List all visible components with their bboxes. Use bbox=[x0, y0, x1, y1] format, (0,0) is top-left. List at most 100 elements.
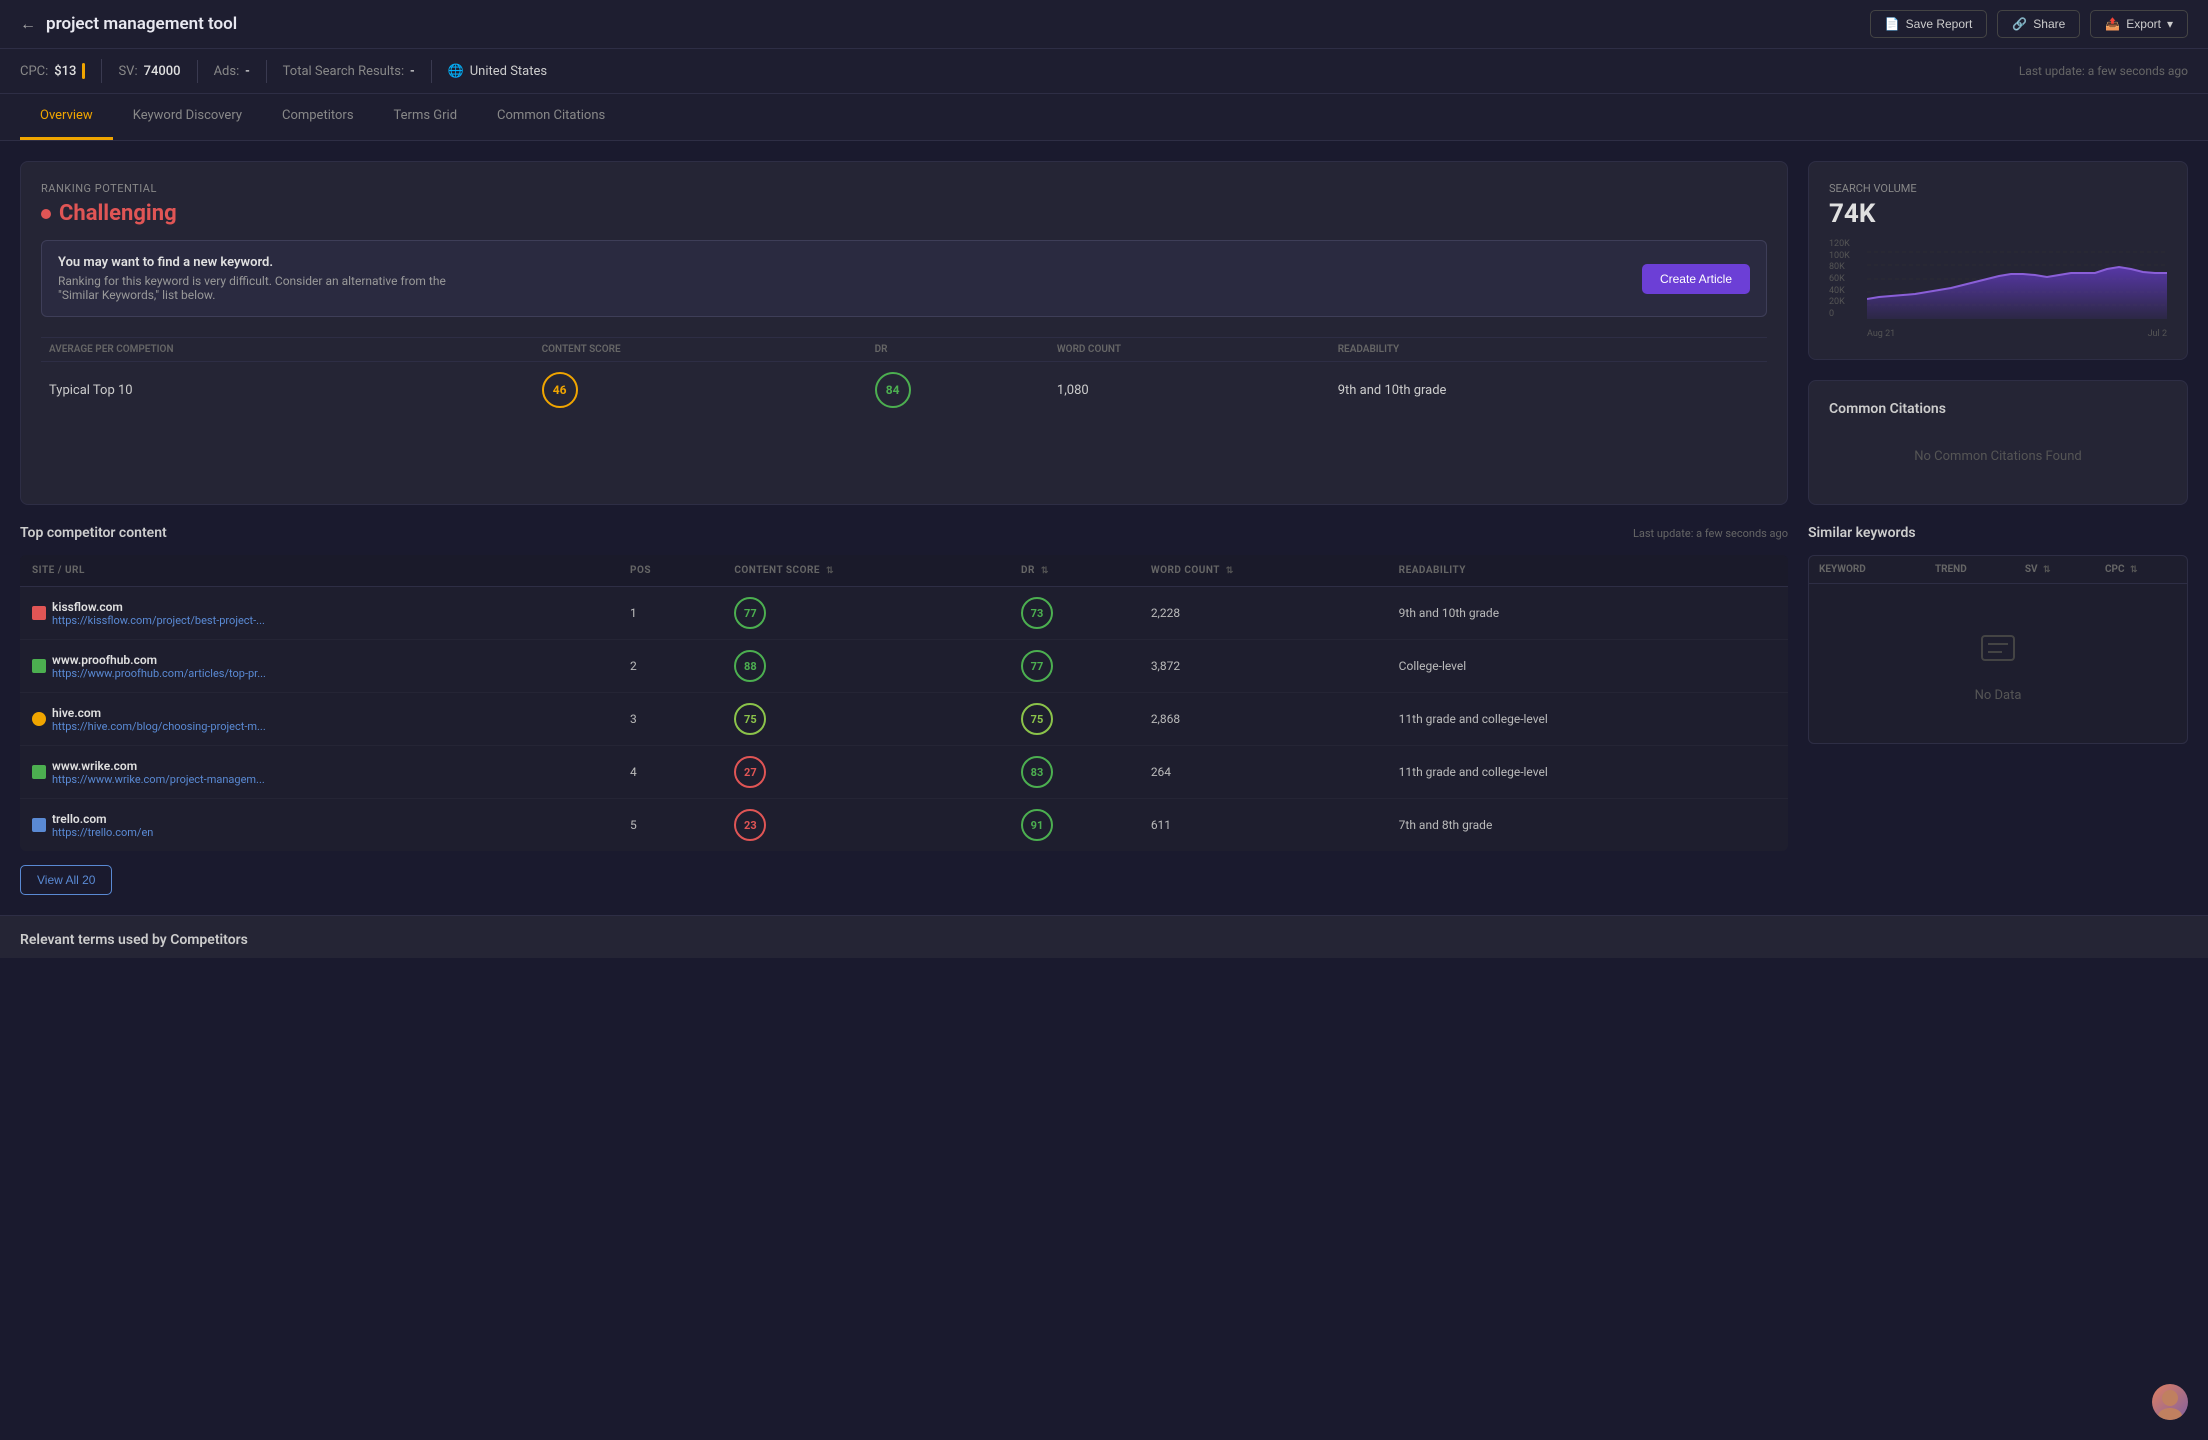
col-readability: READABILITY bbox=[1330, 338, 1767, 362]
sv-label: Search Volume bbox=[1829, 182, 2167, 195]
alert-title: You may want to find a new keyword. bbox=[58, 255, 478, 270]
ranking-label: Ranking Potential bbox=[41, 182, 1767, 195]
tab-terms-grid[interactable]: Terms Grid bbox=[374, 94, 478, 140]
cpc-stat: CPC: $13 bbox=[20, 59, 102, 83]
col-content-score: CONTENT SCORE bbox=[534, 338, 867, 362]
save-icon: 📄 bbox=[1885, 17, 1900, 31]
row-label: Typical Top 10 bbox=[41, 362, 534, 419]
dr-score: 75 bbox=[1021, 703, 1053, 735]
col-avg: AVERAGE PER COMPETION bbox=[41, 338, 534, 362]
cs-score: 75 bbox=[734, 703, 766, 735]
similar-keywords-section: Similar keywords KEYWORD TREND SV ⇅ CPC … bbox=[1808, 525, 2188, 895]
stats-bar: CPC: $13 SV: 74000 Ads: - Total Search R… bbox=[0, 49, 2208, 94]
common-citations-card: Common Citations No Common Citations Fou… bbox=[1808, 380, 2188, 505]
alert-box: You may want to find a new keyword. Rank… bbox=[41, 240, 1767, 317]
page-title: project management tool bbox=[46, 14, 237, 34]
site-cell: kissflow.comhttps://kissflow.com/project… bbox=[20, 587, 618, 640]
common-citations-title: Common Citations bbox=[1829, 401, 2167, 417]
relevant-footer: Relevant terms used by Competitors bbox=[0, 915, 2208, 958]
col-cs: CONTENT SCORE ⇅ bbox=[722, 555, 1009, 587]
col-site: SITE / URL bbox=[20, 555, 618, 587]
share-button[interactable]: 🔗 Share bbox=[1997, 10, 2080, 38]
tab-competitors[interactable]: Competitors bbox=[262, 94, 374, 140]
row-dr: 84 bbox=[867, 362, 1049, 419]
competitor-title: Top competitor content bbox=[20, 525, 167, 541]
row-content-score: 46 bbox=[534, 362, 867, 419]
table-row: www.proofhub.comhttps://www.proofhub.com… bbox=[20, 640, 1788, 693]
kw-col-trend: TREND bbox=[1925, 556, 2015, 584]
row-word-count: 1,080 bbox=[1049, 362, 1330, 419]
ads-stat: Ads: - bbox=[198, 60, 267, 83]
table-row: kissflow.comhttps://kissflow.com/project… bbox=[20, 587, 1788, 640]
cpc-accent-bar bbox=[82, 63, 85, 79]
competitor-table-header: SITE / URL POS CONTENT SCORE ⇅ DR ⇅ WORD… bbox=[20, 555, 1788, 587]
no-data-similar: No Data bbox=[1809, 584, 2187, 743]
dr-score: 91 bbox=[1021, 809, 1053, 841]
view-all-button[interactable]: View All 20 bbox=[20, 865, 112, 895]
row-readability: 9th and 10th grade bbox=[1330, 362, 1767, 419]
kw-col-cpc: CPC ⇅ bbox=[2095, 556, 2187, 584]
chart-y-labels: 120K 100K 80K 60K 40K 20K 0 bbox=[1829, 239, 1865, 319]
chart-area: 120K 100K 80K 60K 40K 20K 0 bbox=[1829, 239, 2167, 339]
col-dr: DR bbox=[867, 338, 1049, 362]
chart-x-labels: Aug 21 Jul 2 bbox=[1867, 329, 2167, 339]
competitor-table: SITE / URL POS CONTENT SCORE ⇅ DR ⇅ WORD… bbox=[20, 555, 1788, 851]
metrics-table: AVERAGE PER COMPETION CONTENT SCORE DR W… bbox=[41, 337, 1767, 418]
last-update-header: Last update: a few seconds ago bbox=[2019, 64, 2188, 78]
dr-score: 73 bbox=[1021, 597, 1053, 629]
bottom-grid: Top competitor content Last update: a fe… bbox=[0, 525, 2208, 915]
similar-kw-header: Similar keywords bbox=[1808, 525, 2188, 541]
share-icon: 🔗 bbox=[2012, 17, 2027, 31]
kw-col-keyword: KEYWORD bbox=[1809, 556, 1925, 584]
create-article-button[interactable]: Create Article bbox=[1642, 264, 1750, 294]
competitor-section-header: Top competitor content Last update: a fe… bbox=[20, 525, 1788, 541]
cs-score: 27 bbox=[734, 756, 766, 788]
export-icon: 📤 bbox=[2105, 17, 2120, 31]
competitor-last-update: Last update: a few seconds ago bbox=[1633, 527, 1788, 540]
col-pos: POS bbox=[618, 555, 722, 587]
back-button[interactable]: ← bbox=[20, 14, 36, 34]
save-report-button[interactable]: 📄 Save Report bbox=[1870, 10, 1988, 38]
content-score-circle: 46 bbox=[542, 372, 578, 408]
total-stat: Total Search Results: - bbox=[267, 60, 432, 83]
table-row: www.wrike.comhttps://www.wrike.com/proje… bbox=[20, 746, 1788, 799]
relevant-title: Relevant terms used by Competitors bbox=[20, 916, 2188, 958]
chart-svg bbox=[1867, 239, 2167, 319]
dr-score: 77 bbox=[1021, 650, 1053, 682]
sv-value: 74K bbox=[1829, 199, 2167, 229]
cs-score: 77 bbox=[734, 597, 766, 629]
similar-kw-title: Similar keywords bbox=[1808, 525, 1916, 541]
tab-common-citations[interactable]: Common Citations bbox=[477, 94, 625, 140]
cs-score: 88 bbox=[734, 650, 766, 682]
export-button[interactable]: 📤 Export ▾ bbox=[2090, 10, 2188, 38]
similar-keywords-table: KEYWORD TREND SV ⇅ CPC ⇅ bbox=[1809, 556, 2187, 584]
table-row: trello.comhttps://trello.com/en 5 23 91 … bbox=[20, 799, 1788, 852]
table-row: hive.comhttps://hive.com/blog/choosing-p… bbox=[20, 693, 1788, 746]
right-panel: Search Volume 74K 120K 100K 80K 60K 40K … bbox=[1808, 161, 2188, 505]
ranking-dot bbox=[41, 209, 51, 219]
tab-overview[interactable]: Overview bbox=[20, 94, 113, 140]
alert-desc: Ranking for this keyword is very difficu… bbox=[58, 274, 478, 302]
ranking-card: Ranking Potential Challenging You may wa… bbox=[20, 161, 1788, 505]
search-volume-card: Search Volume 74K 120K 100K 80K 60K 40K … bbox=[1808, 161, 2188, 360]
col-wc: WORD COUNT ⇅ bbox=[1139, 555, 1387, 587]
sv-stat: SV: 74000 bbox=[102, 60, 197, 83]
competitor-content-section: Top competitor content Last update: a fe… bbox=[20, 525, 1788, 895]
col-dr-h: DR ⇅ bbox=[1009, 555, 1139, 587]
cs-score: 23 bbox=[734, 809, 766, 841]
chevron-down-icon: ▾ bbox=[2167, 17, 2173, 31]
col-word-count: WORD COUNT bbox=[1049, 338, 1330, 362]
col-read: READABILITY bbox=[1387, 555, 1788, 587]
kw-col-sv: SV ⇅ bbox=[2015, 556, 2095, 584]
location-stat: 🌐 United States bbox=[432, 60, 564, 83]
location-icon: 🌐 bbox=[448, 64, 464, 79]
tab-keyword-discovery[interactable]: Keyword Discovery bbox=[113, 94, 262, 140]
dr-score: 83 bbox=[1021, 756, 1053, 788]
top-bar: ← project management tool 📄 Save Report … bbox=[0, 0, 2208, 49]
no-data-icon bbox=[1849, 624, 2147, 680]
avatar[interactable] bbox=[2152, 1384, 2188, 1420]
dr-circle: 84 bbox=[875, 372, 911, 408]
no-data-label: No Data bbox=[1849, 688, 2147, 703]
table-row: Typical Top 10 46 84 1,080 9th and 10th … bbox=[41, 362, 1767, 419]
nav-tabs: Overview Keyword Discovery Competitors T… bbox=[0, 94, 2208, 141]
